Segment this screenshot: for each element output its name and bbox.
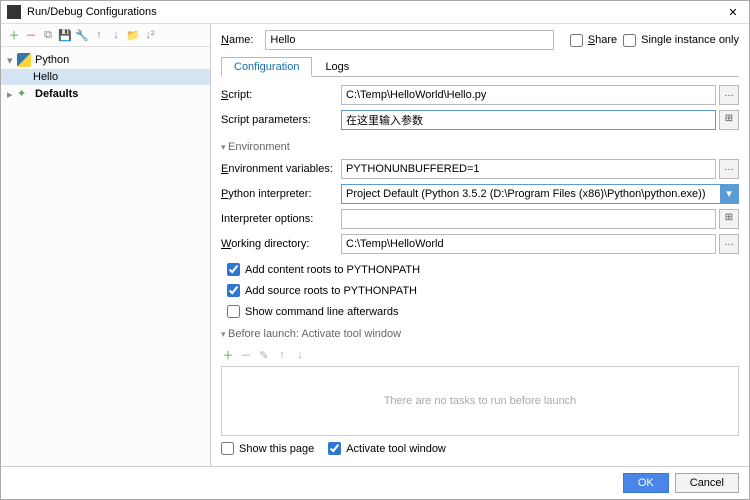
- expand-icon[interactable]: ▸: [7, 88, 17, 101]
- add-content-label: Add content roots to PYTHONPATH: [245, 264, 420, 276]
- show-cmd-label: Show command line afterwards: [245, 306, 398, 318]
- add-source-checkbox[interactable]: [227, 284, 240, 297]
- workdir-label: Working directory:: [221, 238, 341, 250]
- tree-node-python[interactable]: ▾ Python: [1, 51, 210, 69]
- browse-script-button[interactable]: …: [719, 85, 739, 105]
- close-icon[interactable]: ✕: [723, 6, 743, 19]
- defaults-icon: ✦: [17, 87, 31, 101]
- single-instance-checkbox[interactable]: [623, 34, 636, 47]
- window-title: Run/Debug Configurations: [27, 6, 723, 18]
- params-input[interactable]: [341, 110, 716, 130]
- tree-label: Defaults: [35, 88, 78, 100]
- interp-opts-label: Interpreter options:: [221, 213, 341, 225]
- activate-checkbox[interactable]: [328, 442, 341, 455]
- sidebar: ＋ － ⧉ 💾 🔧 ↑ ↓ 📁 ↓² ▾ Python Hello: [1, 24, 211, 466]
- save-icon[interactable]: 💾: [58, 28, 72, 42]
- tree-node-hello[interactable]: Hello: [1, 69, 210, 85]
- footer: OK Cancel: [1, 466, 749, 499]
- share-checkbox[interactable]: [570, 34, 583, 47]
- tree-label: Python: [35, 54, 69, 66]
- copy-icon[interactable]: ⧉: [41, 28, 55, 42]
- ok-button[interactable]: OK: [623, 473, 669, 493]
- main-panel: Name: Share Single instance only Configu…: [211, 24, 749, 466]
- interpreter-value: Project Default (Python 3.5.2 (D:\Progra…: [346, 188, 706, 200]
- wrench-icon[interactable]: 🔧: [75, 28, 89, 42]
- name-input[interactable]: [265, 30, 553, 50]
- share-label: Share: [588, 34, 617, 46]
- show-cmd-checkbox[interactable]: [227, 305, 240, 318]
- empty-text: There are no tasks to run before launch: [384, 395, 577, 407]
- collapse-icon[interactable]: ▾: [7, 54, 17, 67]
- folder-icon[interactable]: 📁: [126, 28, 140, 42]
- app-icon: [7, 5, 21, 19]
- before-launch-toolbar: ＋ － ✎ ↑ ↓: [221, 348, 739, 362]
- dropdown-icon[interactable]: ▾: [720, 185, 738, 203]
- interpreter-combo[interactable]: Project Default (Python 3.5.2 (D:\Progra…: [341, 184, 739, 204]
- titlebar: Run/Debug Configurations ✕: [1, 1, 749, 24]
- task-up-icon: ↑: [275, 348, 289, 362]
- activate-label: Activate tool window: [346, 443, 446, 455]
- tab-configuration[interactable]: Configuration: [221, 57, 312, 77]
- tabs: Configuration Logs: [221, 56, 739, 77]
- script-label: Script:: [221, 89, 341, 101]
- add-source-label: Add source roots to PYTHONPATH: [245, 285, 417, 297]
- show-page-checkbox[interactable]: [221, 442, 234, 455]
- interpreter-label: Python interpreter:: [221, 188, 341, 200]
- envvars-input[interactable]: [341, 159, 716, 179]
- sidebar-toolbar: ＋ － ⧉ 💾 🔧 ↑ ↓ 📁 ↓²: [1, 24, 210, 47]
- task-down-icon: ↓: [293, 348, 307, 362]
- add-content-checkbox[interactable]: [227, 263, 240, 276]
- up-icon[interactable]: ↑: [92, 28, 106, 42]
- script-input[interactable]: [341, 85, 716, 105]
- envvars-label: Environment variables:: [221, 163, 341, 175]
- expand-params-button[interactable]: ⊞: [719, 110, 739, 130]
- remove-task-icon: －: [239, 348, 253, 362]
- expand-opts-button[interactable]: ⊞: [719, 209, 739, 229]
- edit-task-icon: ✎: [257, 348, 271, 362]
- before-launch-section[interactable]: Before launch: Activate tool window: [221, 328, 739, 340]
- python-icon: [17, 53, 31, 67]
- cancel-button[interactable]: Cancel: [675, 473, 739, 493]
- config-tree: ▾ Python Hello ▸ ✦ Defaults: [1, 47, 210, 466]
- run-debug-dialog: Run/Debug Configurations ✕ ＋ － ⧉ 💾 🔧 ↑ ↓…: [0, 0, 750, 500]
- tree-node-defaults[interactable]: ▸ ✦ Defaults: [1, 85, 210, 103]
- env-section[interactable]: Environment: [221, 141, 739, 153]
- tab-logs[interactable]: Logs: [312, 57, 362, 77]
- browse-workdir-button[interactable]: …: [719, 234, 739, 254]
- tree-label: Hello: [33, 71, 58, 83]
- params-label: Script parameters:: [221, 114, 341, 126]
- add-icon[interactable]: ＋: [7, 28, 21, 42]
- show-page-label: Show this page: [239, 443, 314, 455]
- add-task-icon[interactable]: ＋: [221, 348, 235, 362]
- edit-envvars-button[interactable]: …: [719, 159, 739, 179]
- workdir-input[interactable]: [341, 234, 716, 254]
- sort-icon[interactable]: ↓²: [143, 28, 157, 42]
- remove-icon[interactable]: －: [24, 28, 38, 42]
- interp-opts-input[interactable]: [341, 209, 716, 229]
- name-label: Name:: [221, 34, 253, 46]
- before-launch-list: There are no tasks to run before launch: [221, 366, 739, 436]
- down-icon[interactable]: ↓: [109, 28, 123, 42]
- single-instance-label: Single instance only: [641, 34, 739, 46]
